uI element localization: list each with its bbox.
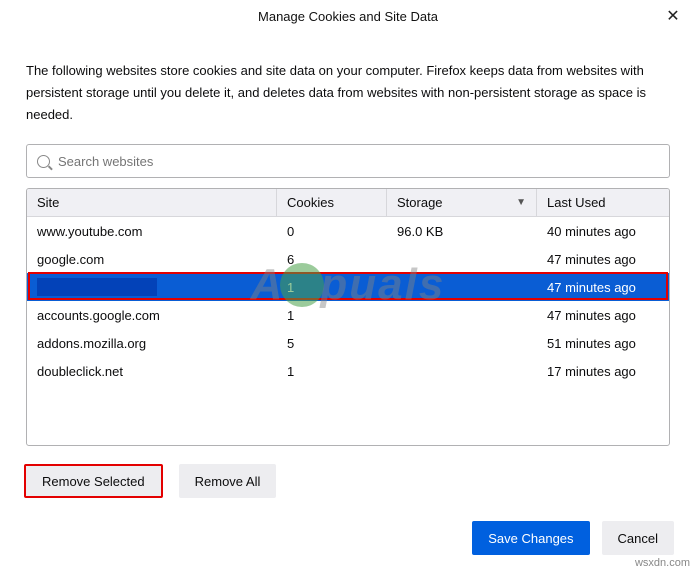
cell-site: accounts.google.com xyxy=(27,301,277,329)
save-changes-label: Save Changes xyxy=(488,531,573,546)
cell-cookies: 1 xyxy=(277,273,387,301)
intro-text: The following websites store cookies and… xyxy=(26,60,670,126)
table-row[interactable]: google.com6 47 minutes ago xyxy=(27,245,669,273)
cancel-label: Cancel xyxy=(618,531,658,546)
cell-cookies: 0 xyxy=(277,217,387,245)
col-header-cookies[interactable]: Cookies xyxy=(277,189,387,216)
search-input[interactable] xyxy=(58,154,659,169)
cell-last-used: 47 minutes ago xyxy=(537,245,669,273)
cell-cookies: 1 xyxy=(277,357,387,385)
close-icon: ✕ xyxy=(666,6,679,26)
cell-storage: 96.0 KB xyxy=(387,217,537,245)
search-field[interactable] xyxy=(26,144,670,178)
table-row[interactable]: addons.mozilla.org5 51 minutes ago xyxy=(27,329,669,357)
dialog-title: Manage Cookies and Site Data xyxy=(258,9,438,24)
cell-last-used: 40 minutes ago xyxy=(537,217,669,245)
col-header-storage[interactable]: Storage ▼ xyxy=(387,189,537,216)
table-header: Site Cookies Storage ▼ Last Used xyxy=(27,189,669,217)
cell-last-used: 47 minutes ago xyxy=(537,301,669,329)
search-icon xyxy=(37,155,50,168)
cell-site: doubleclick.net xyxy=(27,357,277,385)
cell-last-used: 17 minutes ago xyxy=(537,357,669,385)
cell-last-used: 47 minutes ago xyxy=(537,273,669,301)
cell-site: google.com xyxy=(27,245,277,273)
table-body: www.youtube.com096.0 KB40 minutes agogoo… xyxy=(27,217,669,385)
cancel-button[interactable]: Cancel xyxy=(602,521,674,555)
cell-storage xyxy=(387,357,537,385)
col-header-site-label: Site xyxy=(37,195,59,210)
col-header-storage-label: Storage xyxy=(397,195,443,210)
cell-storage xyxy=(387,329,537,357)
cell-site: addons.mozilla.org xyxy=(27,329,277,357)
cell-storage xyxy=(387,245,537,273)
cell-cookies: 6 xyxy=(277,245,387,273)
col-header-site[interactable]: Site xyxy=(27,189,277,216)
dialog-titlebar: Manage Cookies and Site Data ✕ xyxy=(0,0,696,32)
cell-last-used: 51 minutes ago xyxy=(537,329,669,357)
sort-desc-icon: ▼ xyxy=(516,197,526,208)
source-label: wsxdn.com xyxy=(635,557,690,569)
remove-all-label: Remove All xyxy=(195,474,261,489)
save-changes-button[interactable]: Save Changes xyxy=(472,521,589,555)
remove-all-button[interactable]: Remove All xyxy=(179,464,277,498)
table-row[interactable]: www.youtube.com096.0 KB40 minutes ago xyxy=(27,217,669,245)
col-header-last-used[interactable]: Last Used xyxy=(537,189,669,216)
cell-storage xyxy=(387,273,537,301)
remove-selected-button[interactable]: Remove Selected xyxy=(24,464,163,498)
cell-storage xyxy=(387,301,537,329)
close-button[interactable]: ✕ xyxy=(650,0,696,32)
table-row[interactable]: 1 47 minutes ago xyxy=(27,273,669,301)
cell-site: www.youtube.com xyxy=(27,217,277,245)
col-header-last-used-label: Last Used xyxy=(547,195,606,210)
remove-selected-label: Remove Selected xyxy=(42,474,145,489)
col-header-cookies-label: Cookies xyxy=(287,195,334,210)
cell-cookies: 5 xyxy=(277,329,387,357)
table-row[interactable]: accounts.google.com1 47 minutes ago xyxy=(27,301,669,329)
site-data-table: Site Cookies Storage ▼ Last Used www.you… xyxy=(26,188,670,446)
table-row[interactable]: doubleclick.net1 17 minutes ago xyxy=(27,357,669,385)
redacted-site-block xyxy=(37,278,157,296)
cell-cookies: 1 xyxy=(277,301,387,329)
